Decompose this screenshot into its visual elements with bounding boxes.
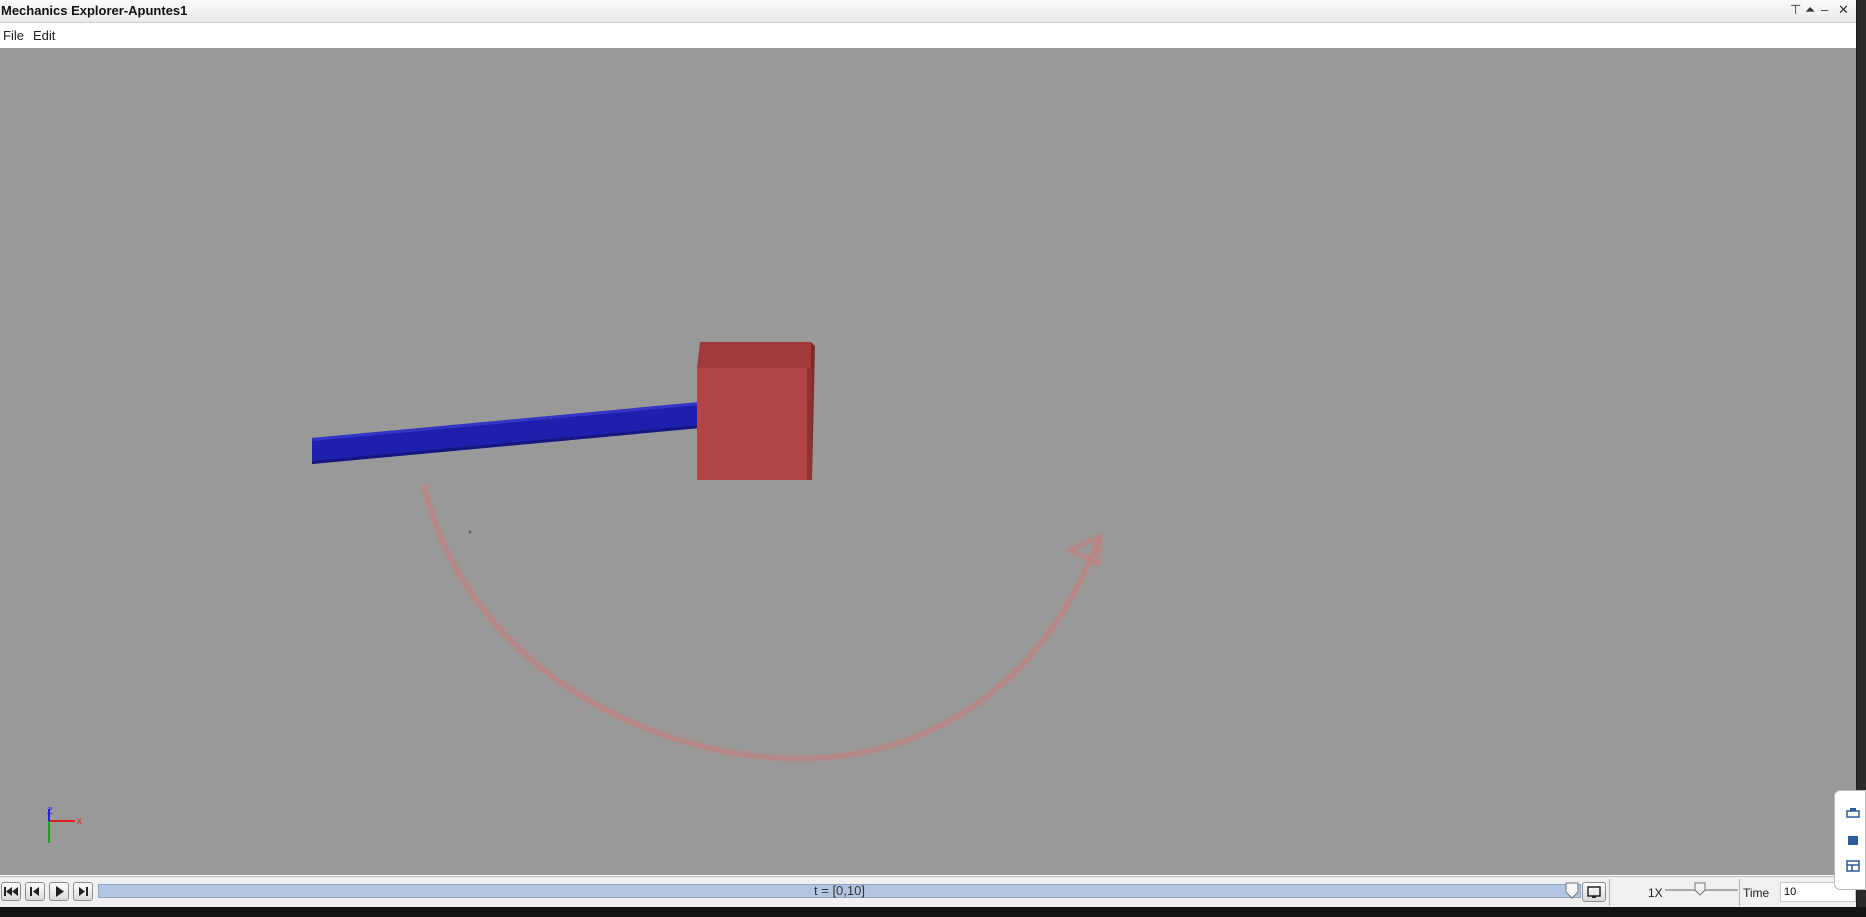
step-back-button[interactable] xyxy=(25,882,45,901)
menu-bar: File Edit xyxy=(0,23,1856,47)
minimize-icon[interactable]: – xyxy=(1821,3,1828,17)
3d-viewport[interactable]: x Z xyxy=(0,48,1856,875)
undock-icon[interactable]: ⏶ xyxy=(1805,3,1815,17)
play-button[interactable] xyxy=(49,882,69,901)
skip-to-start-icon xyxy=(4,887,18,896)
axis-z-label: Z xyxy=(47,806,53,816)
printer-icon[interactable] xyxy=(1846,807,1860,819)
window-title: Mechanics Explorer-Apuntes1 xyxy=(1,3,188,18)
step-back-icon xyxy=(30,887,39,896)
menu-file[interactable]: File xyxy=(3,28,24,43)
speed-slider-thumb[interactable] xyxy=(1694,882,1706,896)
block-body[interactable] xyxy=(697,342,815,480)
layout-icon[interactable] xyxy=(1846,860,1860,872)
snapshot-icon xyxy=(1587,886,1601,898)
menu-edit[interactable]: Edit xyxy=(33,28,55,43)
time-label: Time xyxy=(1743,886,1770,900)
mechanics-explorer-window: Mechanics Explorer-Apuntes1 ⊤ ⏶ – ✕ File… xyxy=(0,0,1856,907)
step-forward-button[interactable] xyxy=(73,882,93,901)
step-forward-icon xyxy=(79,887,88,896)
playback-toolbar: t = [0,10] 1X Time 10 xyxy=(0,876,1856,907)
play-icon xyxy=(56,886,64,897)
separator xyxy=(1739,879,1740,906)
separator xyxy=(1609,879,1610,906)
scene-canvas xyxy=(312,342,1103,761)
title-bar: Mechanics Explorer-Apuntes1 ⊤ ⏶ – ✕ xyxy=(0,0,1856,23)
origin-point xyxy=(468,530,472,534)
close-icon[interactable]: ✕ xyxy=(1838,3,1849,17)
timeline-label: t = [0,10] xyxy=(814,883,865,898)
side-dock xyxy=(1834,790,1866,890)
timeline-slider[interactable]: t = [0,10] xyxy=(98,884,1581,898)
save-icon[interactable] xyxy=(1846,834,1860,846)
speed-label: 1X xyxy=(1648,886,1663,900)
skip-to-start-button[interactable] xyxy=(1,882,21,901)
taskbar xyxy=(0,907,1866,917)
snapshot-button[interactable] xyxy=(1582,882,1606,902)
timeline-thumb[interactable] xyxy=(1565,882,1579,899)
desktop-edge xyxy=(1857,0,1866,917)
rod-body[interactable] xyxy=(312,402,700,464)
axis-x-label: x xyxy=(77,816,82,827)
axis-triad: x Z xyxy=(47,806,82,843)
pin-icon[interactable]: ⊤ xyxy=(1790,3,1801,17)
rotation-arrow xyxy=(421,484,1103,761)
